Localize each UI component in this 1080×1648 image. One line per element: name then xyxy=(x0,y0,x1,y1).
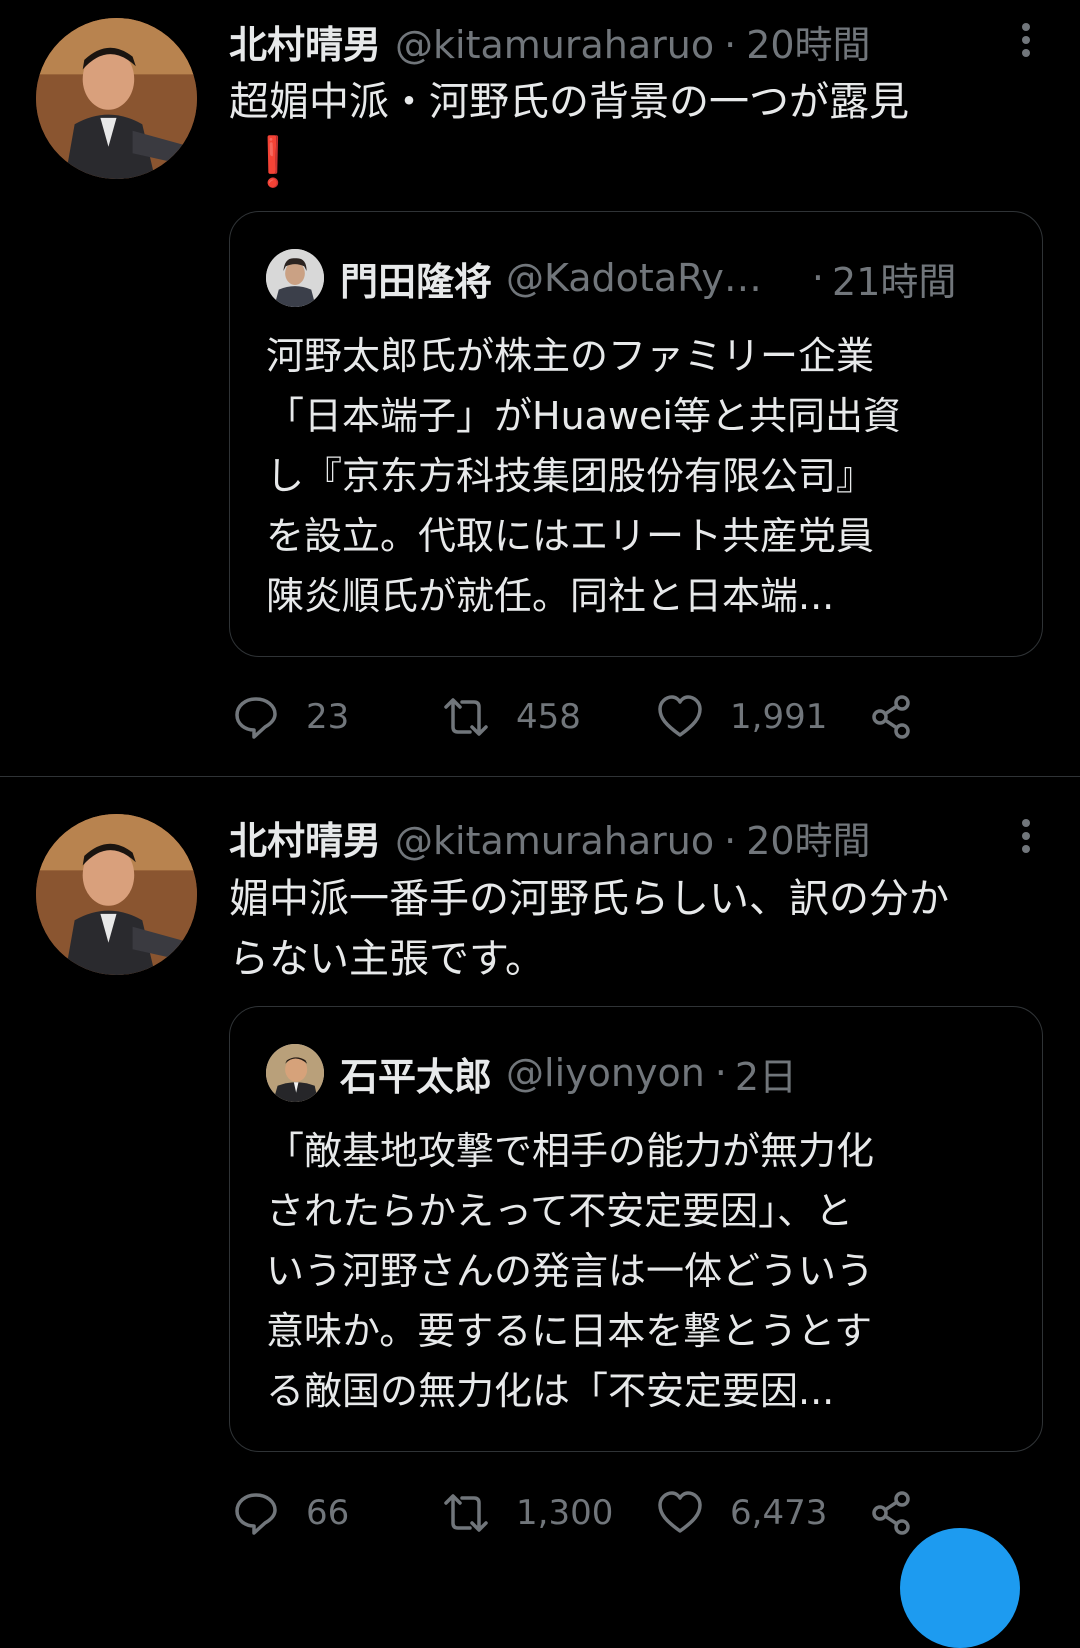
quote-author-handle: @KadotaRy… xyxy=(506,256,762,300)
quote-text-line: を設立。代取にはエリート共産党員 xyxy=(266,514,875,558)
quote-text-line: いう河野さんの発言は一体どういう xyxy=(266,1249,875,1293)
quote-author-name: 石平太郎 xyxy=(340,1054,493,1099)
tweet[interactable]: 北村晴男 @kitamuraharuo · 20時間 超媚中派・河野氏の背景の一… xyxy=(0,0,1080,777)
reply-icon xyxy=(235,1493,277,1535)
tweet-text: 媚中派一番手の河野氏らしい、訳の分か らない主張です。 xyxy=(229,869,1049,989)
like-button[interactable]: 6,473 xyxy=(656,1488,827,1538)
tweet[interactable]: 北村晴男 @kitamuraharuo · 20時間 媚中派一番手の河野氏らしい… xyxy=(0,777,1080,1549)
quote-text-line: し『京东方科技集团股份有限公司』 xyxy=(266,454,875,498)
quote-text-line: る敵国の無力化は「不安定要因... xyxy=(266,1369,835,1413)
reply-count: 23 xyxy=(306,697,350,737)
author-avatar[interactable] xyxy=(36,18,197,179)
share-icon xyxy=(872,695,910,739)
quote-time: 21時間 xyxy=(832,259,957,304)
quote-time: 2日 xyxy=(734,1054,798,1099)
separator: · xyxy=(724,23,737,67)
author-handle[interactable]: @kitamuraharuo xyxy=(395,819,714,863)
quote-header: 門田隆将 @KadotaRy… · 21時間 xyxy=(266,248,1006,308)
quote-author-handle: @liyonyon xyxy=(506,1051,705,1095)
avatar-photo xyxy=(36,814,197,975)
heart-icon xyxy=(658,695,702,737)
tweet-header: 北村晴男 @kitamuraharuo · 20時間 xyxy=(229,14,1000,74)
retweet-count: 1,300 xyxy=(516,1493,614,1533)
tweet-time[interactable]: 20時間 xyxy=(746,14,870,69)
quote-text-line: 「日本端子」がHuawei等と共同出資 xyxy=(266,394,901,438)
quote-text-line: 意味か。要するに日本を撃とうとす xyxy=(266,1309,873,1353)
like-count: 1,991 xyxy=(730,697,828,737)
share-icon xyxy=(872,1491,910,1535)
avatar-photo xyxy=(36,18,197,179)
share-button[interactable] xyxy=(868,692,916,742)
author-avatar[interactable] xyxy=(36,814,197,975)
separator: · xyxy=(724,819,737,863)
retweet-button[interactable]: 458 xyxy=(442,692,581,742)
quote-author-avatar xyxy=(266,1044,324,1102)
tweet-header: 北村晴男 @kitamuraharuo · 20時間 xyxy=(229,810,1000,870)
action-bar: 66 1,300 6,473 xyxy=(232,1488,952,1538)
reply-button[interactable]: 66 xyxy=(232,1488,349,1538)
retweet-icon xyxy=(444,1494,488,1532)
reply-count: 66 xyxy=(306,1493,350,1533)
retweet-count: 458 xyxy=(516,697,581,737)
tweet-text-line: 媚中派一番手の河野氏らしい、訳の分か xyxy=(229,876,949,922)
separator: · xyxy=(811,256,825,300)
author-name[interactable]: 北村晴男 xyxy=(229,14,381,69)
share-button[interactable] xyxy=(868,1488,916,1538)
more-options-icon[interactable] xyxy=(1016,18,1036,68)
quoted-tweet[interactable]: 門田隆将 @KadotaRy… · 21時間 河野太郎氏が株主のファミリー企業 … xyxy=(229,211,1043,657)
quote-author-name: 門田隆将 xyxy=(340,259,493,304)
quote-text-line: 陳炎順氏が就任。同社と日本端... xyxy=(266,574,835,618)
quote-avatar-photo xyxy=(266,249,324,307)
retweet-button[interactable]: 1,300 xyxy=(442,1488,613,1538)
quote-text-line: 「敵基地攻撃で相手の能力が無力化 xyxy=(266,1129,875,1173)
tweet-text-line: らない主張です。 xyxy=(229,936,545,982)
quote-text: 河野太郎氏が株主のファミリー企業 「日本端子」がHuawei等と共同出資 し『京… xyxy=(266,326,1006,626)
heart-icon xyxy=(658,1491,702,1533)
like-button[interactable]: 1,991 xyxy=(656,692,827,742)
action-bar: 23 458 1,991 xyxy=(232,692,952,742)
retweet-icon xyxy=(444,698,488,736)
author-handle[interactable]: @kitamuraharuo xyxy=(395,23,714,67)
tweet-time[interactable]: 20時間 xyxy=(746,810,870,865)
like-count: 6,473 xyxy=(730,1493,828,1533)
tweet-text-line: 超媚中派・河野氏の背景の一つが露見 xyxy=(229,79,909,125)
more-options-icon[interactable] xyxy=(1016,814,1036,864)
quoted-tweet[interactable]: 石平太郎 @liyonyon · 2日 「敵基地攻撃で相手の能力が無力化 された… xyxy=(229,1006,1043,1452)
compose-button[interactable] xyxy=(900,1528,1020,1648)
author-name[interactable]: 北村晴男 xyxy=(229,810,381,865)
quote-text-line: 河野太郎氏が株主のファミリー企業 xyxy=(266,334,875,378)
quote-author-avatar xyxy=(266,249,324,307)
quote-header: 石平太郎 @liyonyon · 2日 xyxy=(266,1043,1006,1103)
tweet-text: 超媚中派・河野氏の背景の一つが露見 ❗ xyxy=(229,72,1049,192)
separator: · xyxy=(714,1051,727,1095)
reply-button[interactable]: 23 xyxy=(232,692,349,742)
quote-text: 「敵基地攻撃で相手の能力が無力化 されたらかえって不安定要因」、と いう河野さん… xyxy=(266,1121,1006,1421)
exclamation-emoji: ❗ xyxy=(243,134,303,190)
quote-avatar-photo xyxy=(266,1044,324,1102)
quote-text-line: されたらかえって不安定要因」、と xyxy=(266,1189,854,1233)
reply-icon xyxy=(235,697,277,739)
